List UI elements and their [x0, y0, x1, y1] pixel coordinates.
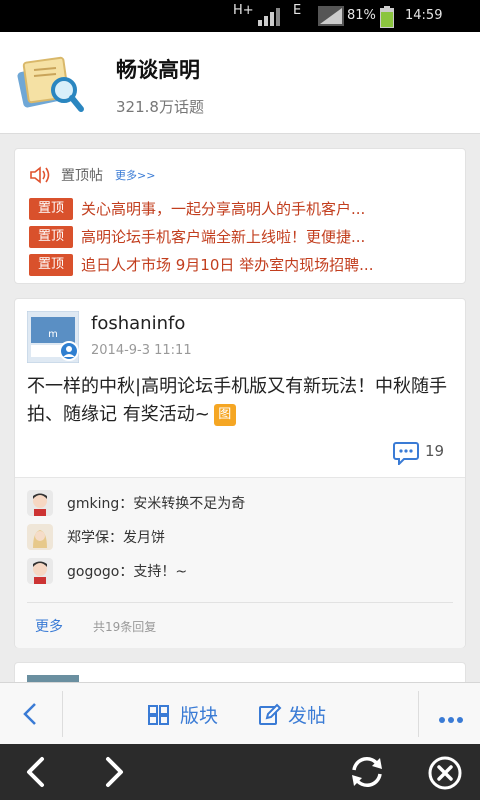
speaker-icon [29, 165, 51, 189]
new-post-label: 发帖 [288, 705, 327, 727]
pinned-badge: 置顶 [29, 254, 73, 276]
sections-label: 版块 [180, 705, 219, 727]
post-author[interactable]: foshaninfo [91, 313, 185, 334]
bottom-toolbar: 版块 发帖 [0, 682, 480, 744]
author-avatar[interactable]: m [26, 310, 80, 364]
pinned-item-text: 高明论坛手机客户端全新上线啦！更便捷... [81, 228, 366, 246]
reply-item[interactable]: gogogo：支持！~ [27, 558, 447, 586]
divider [27, 602, 453, 603]
topic-count: 321.8万话题 [116, 98, 204, 116]
pinned-item[interactable]: 置顶 追日人才市场 9月10日 举办室内现场招聘... [29, 253, 459, 277]
reply-list: gmking：安米转换不足为奇 郑学保：发月饼 gogogo：支持！~ 更多 共… [15, 477, 465, 648]
grid-icon [148, 705, 170, 729]
reply-text: gogogo：支持！~ [67, 564, 188, 580]
post-title[interactable]: 不一样的中秋|高明论坛手机版又有新玩法！中秋随手拍、随缘记 有奖活动~ 图 [27, 373, 457, 429]
user-avatar[interactable] [27, 490, 53, 516]
reply-text: gmking：安米转换不足为奇 [67, 496, 246, 512]
svg-text:m: m [48, 329, 58, 340]
image-tag: 图 [213, 404, 236, 426]
reply-item[interactable]: gmking：安米转换不足为奇 [27, 490, 447, 518]
more-icon[interactable] [438, 709, 464, 728]
reply-item[interactable]: 郑学保：发月饼 [27, 524, 447, 552]
pinned-item-text: 关心高明事，一起分享高明人的手机客户... [81, 200, 366, 218]
refresh-icon[interactable] [346, 756, 388, 792]
pinned-badge: 置顶 [29, 226, 73, 248]
pinned-item-text: 追日人才市场 9月10日 举办室内现场招聘... [81, 256, 374, 274]
pinned-item[interactable]: 置顶 关心高明事，一起分享高明人的手机客户... [29, 197, 459, 221]
pinned-posts-card: 置顶帖 更多>> 置顶 关心高明事，一起分享高明人的手机客户... 置顶 高明论… [14, 148, 466, 284]
pinned-more-link[interactable]: 更多>> [115, 167, 155, 183]
post-time: 2014-9-3 11:11 [91, 343, 192, 358]
reply-text: 郑学保：发月饼 [67, 530, 165, 546]
forum-header: 畅谈高明 321.8万话题 [0, 32, 480, 134]
divider [62, 691, 63, 737]
back-icon[interactable] [20, 701, 40, 731]
more-replies-link[interactable]: 更多 [35, 616, 63, 636]
nav-forward-icon[interactable] [100, 756, 128, 792]
nav-back-icon[interactable] [22, 756, 50, 792]
pinned-item[interactable]: 置顶 高明论坛手机客户端全新上线啦！更便捷... [29, 225, 459, 249]
comment-count: 19 [425, 442, 445, 460]
forum-title: 畅谈高明 [116, 58, 200, 82]
comment-count-button[interactable]: 19 [393, 441, 453, 467]
user-avatar[interactable] [27, 524, 53, 550]
status-bar: H+ E 81% 14:59 [0, 0, 480, 32]
edit-icon [258, 703, 282, 731]
battery-percent: 81% [347, 8, 376, 23]
pinned-label: 置顶帖 [61, 168, 103, 184]
close-icon[interactable] [428, 756, 462, 794]
reply-total: 共19条回复 [93, 620, 157, 634]
scroll-magnifier-icon [14, 46, 86, 118]
browser-nav-bar [0, 744, 480, 800]
post-card[interactable]: m foshaninfo 2014-9-3 11:11 不一样的中秋|高明论坛手… [14, 298, 466, 648]
clock: 14:59 [405, 8, 443, 23]
user-avatar[interactable] [27, 558, 53, 584]
post-title-text: 不一样的中秋|高明论坛手机版又有新玩法！中秋随手拍、随缘记 有奖活动~ [27, 376, 448, 425]
pinned-badge: 置顶 [29, 198, 73, 220]
divider [418, 691, 419, 737]
comment-icon [393, 441, 419, 469]
